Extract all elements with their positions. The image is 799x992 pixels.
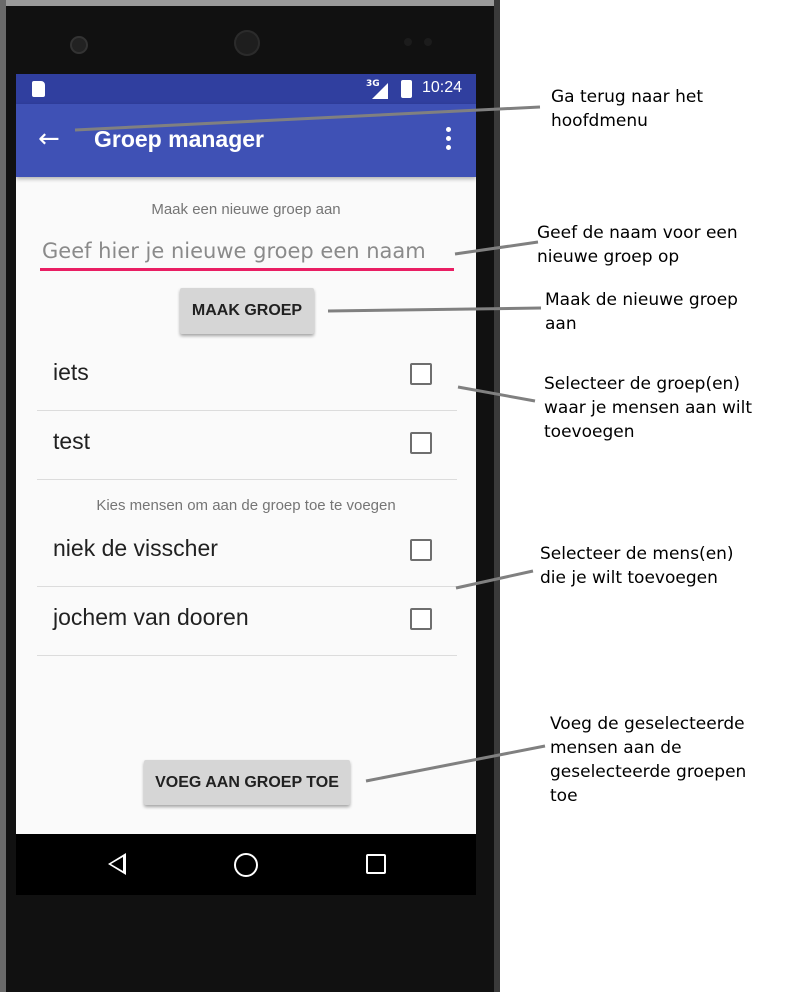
group-row-test[interactable]: test — [37, 410, 457, 480]
nav-home-icon[interactable] — [234, 853, 258, 877]
group-label: test — [53, 428, 91, 454]
group-row-iets[interactable]: iets — [37, 341, 457, 411]
signal-icon — [372, 83, 388, 99]
annotation-create-group: Maak de nieuwe groep aan — [545, 290, 738, 334]
more-vert-icon[interactable] — [438, 124, 458, 154]
add-to-group-button[interactable]: VOEG AAN GROEP TOE — [144, 760, 350, 805]
status-bar: 3G 10:24 — [16, 74, 476, 104]
annotation-add-to-group: Voeg de geselecteerde mensen aan de gese… — [550, 714, 747, 806]
sd-card-icon — [32, 81, 45, 97]
annotation-back: Ga terug naar het hoofdmenu — [551, 87, 703, 131]
nav-recents-icon[interactable] — [366, 854, 386, 874]
system-nav-bar — [16, 834, 476, 895]
front-camera-icon — [70, 36, 88, 54]
annotation-select-groups: Selecteer de groep(en) waar je mensen aa… — [544, 374, 753, 442]
app-bar: ← Groep manager — [16, 104, 476, 177]
person-label: niek de visscher — [53, 535, 218, 561]
person-row-jochem[interactable]: jochem van dooren — [37, 586, 457, 656]
phone-top-edge — [0, 0, 500, 6]
person-row-niek[interactable]: niek de visscher — [37, 517, 457, 587]
people-caption: Kies mensen om aan de groep toe te voege… — [96, 497, 396, 514]
create-group-button[interactable]: MAAK GROEP — [180, 288, 314, 334]
person-label: jochem van dooren — [53, 604, 249, 630]
light-sensor-icon — [424, 38, 432, 46]
phone-left-edge — [0, 0, 6, 992]
earpiece-speaker-icon — [234, 30, 260, 56]
battery-icon — [401, 80, 412, 98]
annotation-group-name: Geef de naam voor een nieuwe groep op — [537, 223, 738, 267]
group-checkbox-test[interactable] — [410, 432, 432, 454]
page-title: Groep manager — [94, 126, 264, 152]
annotation-select-people: Selecteer de mens(en) die je wilt toevoe… — [540, 544, 734, 588]
group-name-input[interactable] — [40, 234, 454, 271]
person-checkbox-jochem[interactable] — [410, 608, 432, 630]
group-label: iets — [53, 359, 89, 385]
arrow-back-icon[interactable]: ← — [38, 124, 60, 154]
phone-frame: 3G 10:24 ← Groep manager Maak een nieuwe… — [0, 0, 500, 992]
proximity-sensor-icon — [404, 38, 412, 46]
group-checkbox-iets[interactable] — [410, 363, 432, 385]
person-checkbox-niek[interactable] — [410, 539, 432, 561]
status-time: 10:24 — [422, 79, 463, 96]
new-group-caption: Maak een nieuwe groep aan — [151, 201, 341, 218]
app-screen: 3G 10:24 ← Groep manager Maak een nieuwe… — [16, 74, 476, 895]
nav-back-icon[interactable] — [108, 853, 126, 875]
phone-right-edge — [494, 0, 500, 992]
